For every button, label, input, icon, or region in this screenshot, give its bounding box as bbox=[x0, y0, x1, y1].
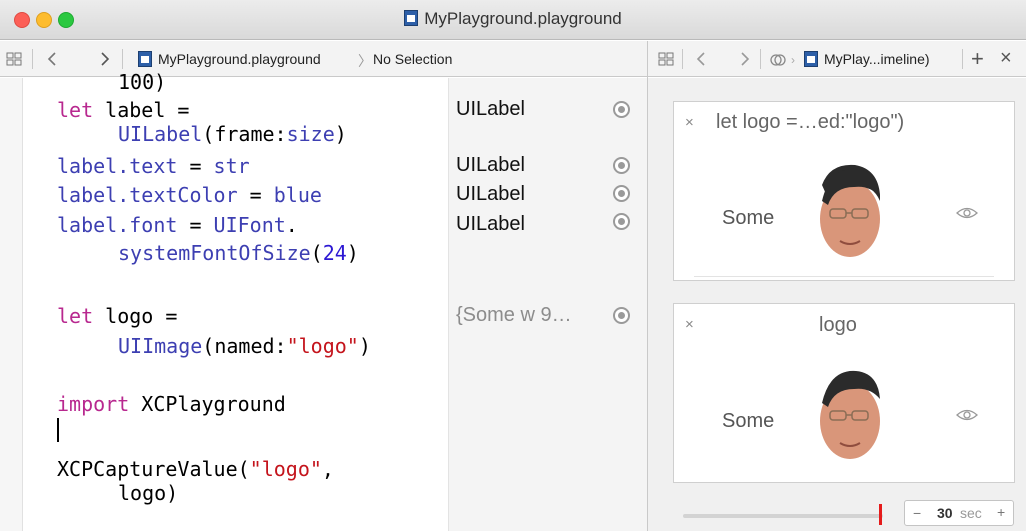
code-line[interactable]: UIImage(named:"logo") bbox=[118, 334, 371, 358]
close-editor-button[interactable]: × bbox=[1000, 47, 1012, 70]
add-editor-button[interactable]: + bbox=[971, 46, 984, 72]
code-line[interactable]: systemFontOfSize(24) bbox=[118, 241, 359, 265]
code-line[interactable]: UILabel(frame:size) bbox=[118, 122, 347, 146]
card-close-button[interactable]: × bbox=[685, 316, 694, 333]
timeline-card: × logo Some bbox=[673, 303, 1015, 483]
playground-file-icon bbox=[138, 51, 152, 67]
code-line[interactable]: label.text = str bbox=[57, 154, 250, 178]
quick-look-button[interactable] bbox=[613, 157, 630, 174]
forward-arrow-icon[interactable] bbox=[100, 52, 110, 66]
eye-icon[interactable] bbox=[956, 408, 978, 422]
increase-duration-button[interactable]: + bbox=[997, 504, 1005, 520]
quick-look-button[interactable] bbox=[613, 213, 630, 230]
result-value: UILabel bbox=[456, 213, 525, 235]
text-cursor bbox=[57, 418, 59, 442]
back-arrow-icon[interactable] bbox=[47, 52, 57, 66]
code-line[interactable]: label.font = UIFont. bbox=[57, 213, 298, 237]
card-title: logo bbox=[819, 314, 857, 336]
editor-jump-bar: MyPlayground.playground 〉 No Selection bbox=[0, 41, 647, 77]
code-line[interactable]: let logo = bbox=[57, 304, 177, 328]
code-line[interactable]: XCPCaptureValue("logo", bbox=[57, 457, 334, 481]
timeline-jump-bar: › MyPlay...imeline) + × bbox=[648, 41, 1026, 77]
result-value: UILabel bbox=[456, 154, 525, 176]
timeline-card: × let logo =…ed:"logo") Some bbox=[673, 101, 1015, 281]
timeline-slider[interactable] bbox=[683, 514, 883, 518]
result-value: UILabel bbox=[456, 183, 525, 205]
window-title-text: MyPlayground.playground bbox=[424, 9, 622, 28]
eye-icon[interactable] bbox=[956, 206, 978, 220]
quick-look-button[interactable] bbox=[613, 101, 630, 118]
breadcrumb-separator: 〉 bbox=[358, 53, 372, 69]
assistant-editor-icon[interactable] bbox=[770, 52, 786, 68]
card-title: let logo =…ed:"logo") bbox=[716, 111, 905, 133]
decrease-duration-button[interactable]: − bbox=[913, 505, 921, 521]
code-line[interactable]: label.textColor = blue bbox=[57, 183, 322, 207]
forward-arrow-icon[interactable] bbox=[740, 52, 750, 66]
duration-unit: sec bbox=[960, 505, 982, 521]
breadcrumb-file[interactable]: MyPlayground.playground bbox=[158, 51, 321, 67]
card-value-text: Some bbox=[722, 207, 775, 229]
breadcrumb-timeline[interactable]: MyPlay...imeline) bbox=[824, 51, 930, 67]
logo-image bbox=[820, 164, 880, 257]
chevron-right-icon: › bbox=[791, 53, 795, 67]
jump-bar-divider bbox=[962, 49, 963, 69]
back-arrow-icon[interactable] bbox=[696, 52, 706, 66]
result-value: {Some w 9… bbox=[456, 304, 572, 326]
card-divider bbox=[694, 276, 994, 277]
card-value-text: Some bbox=[722, 410, 775, 432]
card-close-button[interactable]: × bbox=[685, 114, 694, 131]
duration-value: 30 bbox=[937, 505, 953, 521]
code-line[interactable]: logo) bbox=[118, 481, 178, 505]
breadcrumb-selection[interactable]: No Selection bbox=[373, 51, 452, 67]
timeline-position-marker[interactable] bbox=[879, 504, 882, 525]
jump-bar-divider bbox=[682, 49, 683, 69]
line-gutter bbox=[0, 78, 23, 531]
quick-look-button[interactable] bbox=[613, 307, 630, 324]
playground-file-icon bbox=[804, 51, 818, 67]
jump-bar-divider bbox=[32, 49, 33, 69]
jump-bar-divider bbox=[122, 49, 123, 69]
jump-bar-divider bbox=[760, 49, 761, 69]
logo-image bbox=[820, 370, 880, 459]
result-value: UILabel bbox=[456, 98, 525, 120]
related-items-grid-icon[interactable] bbox=[658, 52, 674, 66]
related-items-grid-icon[interactable] bbox=[6, 52, 22, 66]
code-line[interactable]: import XCPlayground bbox=[57, 392, 286, 416]
code-line[interactable]: 100) bbox=[118, 70, 166, 94]
window-title: MyPlayground.playground bbox=[0, 9, 1026, 29]
code-line[interactable]: let label = bbox=[57, 98, 189, 122]
playground-file-icon bbox=[404, 10, 419, 26]
title-bar: MyPlayground.playground bbox=[0, 0, 1026, 40]
duration-stepper[interactable]: − 30 sec + bbox=[904, 500, 1014, 526]
quick-look-button[interactable] bbox=[613, 185, 630, 202]
